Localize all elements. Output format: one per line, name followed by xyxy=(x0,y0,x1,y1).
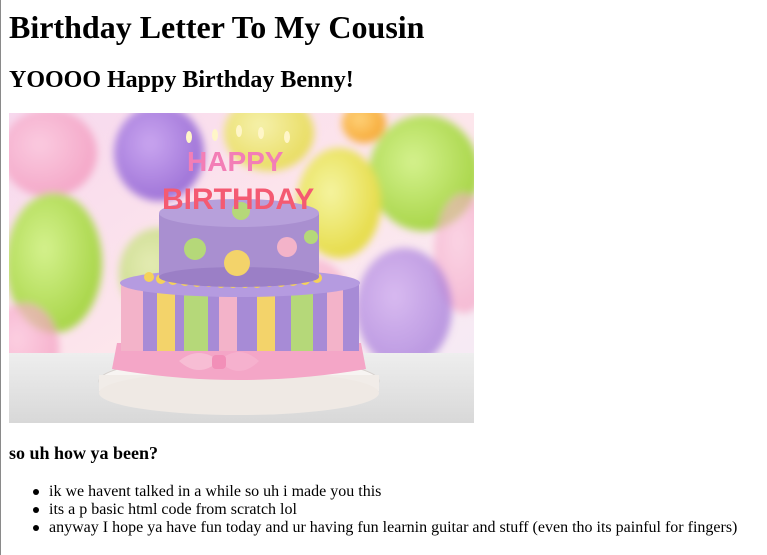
birthday-greeting: YOOOO Happy Birthday Benny! xyxy=(9,67,354,93)
bullet-icon xyxy=(33,525,39,531)
candle-text-bottom: BIRTHDAY xyxy=(162,183,314,216)
list-item-text: its a p basic html code from scratch lol xyxy=(49,501,297,518)
candle-text-top: HAPPY xyxy=(187,146,284,177)
bullet-icon xyxy=(33,507,39,513)
list-item: its a p basic html code from scratch lol xyxy=(9,501,759,519)
list-item: ik we havent talked in a while so uh i m… xyxy=(9,483,759,501)
list-item: anyway I hope ya have fun today and ur h… xyxy=(9,519,759,537)
message-list: ik we havent talked in a while so uh i m… xyxy=(9,483,759,537)
list-item-text: ik we havent talked in a while so uh i m… xyxy=(49,483,382,500)
list-item-text: anyway I hope ya have fun today and ur h… xyxy=(49,519,738,536)
bullet-icon xyxy=(33,489,39,495)
page-title: Birthday Letter To My Cousin xyxy=(9,9,425,45)
birthday-cake-image: HAPPY BIRTHDAY xyxy=(9,113,474,423)
section-question: so uh how ya been? xyxy=(9,443,159,463)
page-left-border xyxy=(0,0,1,555)
